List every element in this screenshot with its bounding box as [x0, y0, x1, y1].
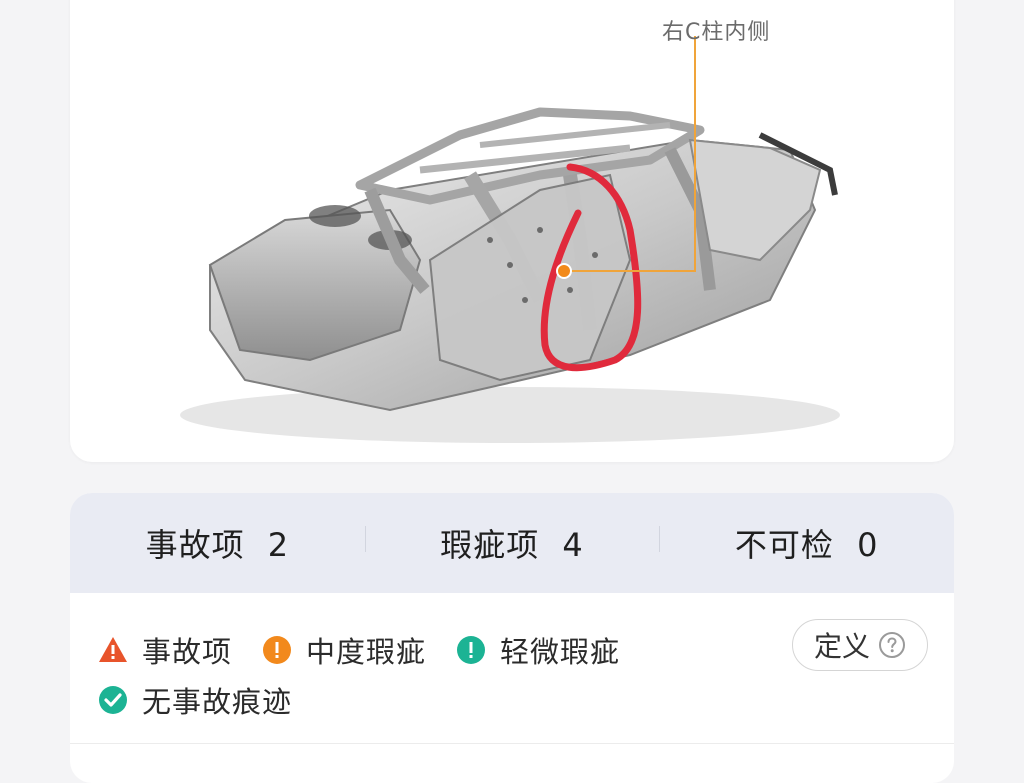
legend-item-moderate-defect: 中度瑕疵 [262, 629, 426, 671]
divider [70, 743, 954, 744]
tab-label: 瑕疵项 [440, 526, 540, 564]
tab-count: 0 [857, 526, 879, 564]
inspection-summary-card: 事故项 2 瑕疵项 4 不可检 0 事故项 中度瑕疵 轻微瑕疵 无事故痕迹 定义 [70, 493, 954, 783]
legend-label: 无事故痕迹 [142, 685, 293, 719]
exclamation-circle-icon [263, 636, 292, 664]
tab-label: 不可检 [734, 526, 834, 564]
question-circle-icon [879, 632, 905, 658]
warning-triangle-icon [99, 637, 127, 662]
tab-count: 2 [267, 526, 290, 564]
callout-label: 右C柱内侧 [662, 20, 771, 45]
legend: 事故项 中度瑕疵 轻微瑕疵 无事故痕迹 定义 [70, 593, 954, 743]
car-body-frame-image [180, 36, 840, 443]
legend-label: 事故项 [142, 635, 233, 669]
tab-uninspectable[interactable]: 不可检 0 [659, 520, 954, 566]
summary-tabs: 事故项 2 瑕疵项 4 不可检 0 [70, 493, 954, 593]
legend-item-no-accident: 无事故痕迹 [98, 679, 292, 721]
tab-accident-items[interactable]: 事故项 2 [70, 520, 365, 566]
definition-button-label: 定义 [813, 630, 870, 663]
tab-label: 事故项 [145, 526, 245, 564]
tab-defect-items[interactable]: 瑕疵项 4 [364, 520, 660, 566]
legend-item-accident: 事故项 [98, 629, 232, 671]
definition-button[interactable]: 定义 [792, 619, 928, 671]
car-diagram-card: 右C柱内侧 [70, 0, 954, 462]
tab-count: 4 [562, 526, 584, 564]
legend-label: 轻微瑕疵 [500, 635, 621, 669]
legend-label: 中度瑕疵 [306, 635, 427, 669]
exclamation-circle-icon [457, 636, 486, 664]
legend-item-minor-defect: 轻微瑕疵 [456, 629, 620, 671]
check-circle-icon [99, 686, 127, 714]
